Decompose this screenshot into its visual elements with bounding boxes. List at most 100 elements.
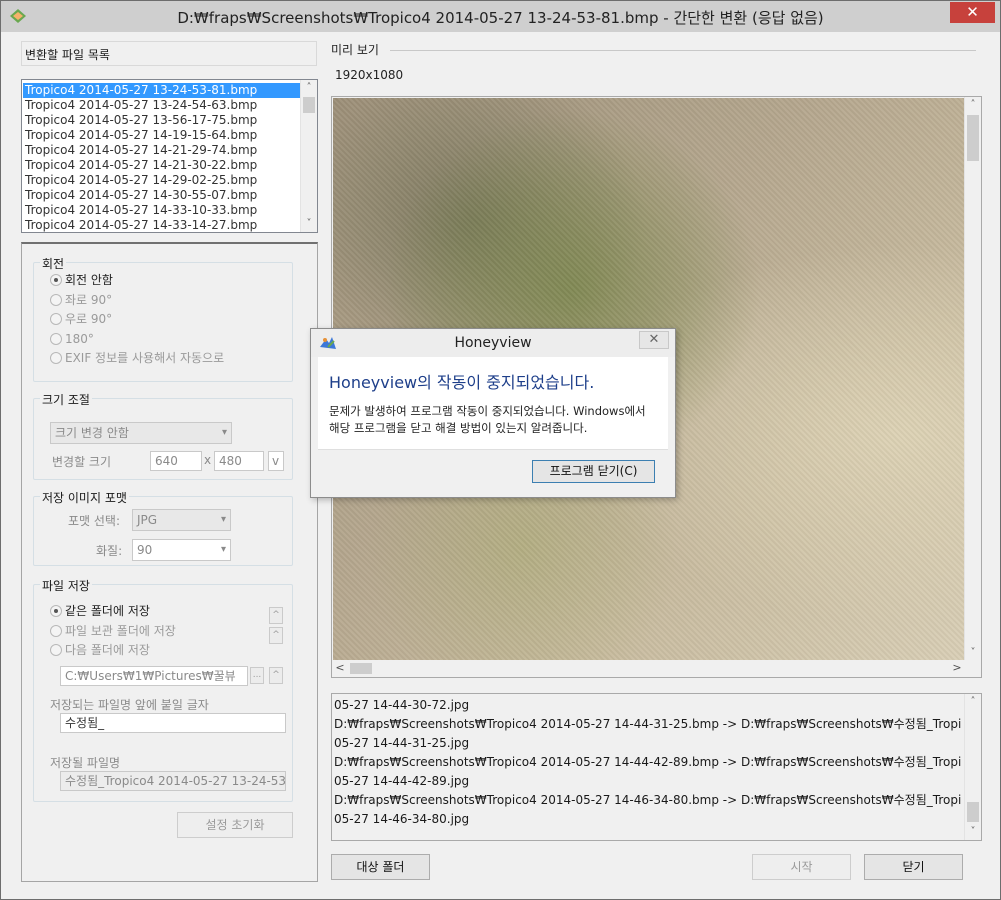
scroll-up-icon[interactable]: ^ bbox=[269, 627, 283, 644]
chevron-down-icon: ▾ bbox=[220, 544, 226, 555]
file-list-item[interactable]: Tropico4 2014-05-27 14-33-10-33.bmp bbox=[23, 203, 300, 218]
resize-group-title: 크기 조절 bbox=[40, 391, 92, 408]
save-location-option-label: 파일 보관 폴더에 저장 bbox=[65, 623, 176, 638]
format-select[interactable]: JPG ▾ bbox=[132, 509, 231, 531]
scroll-thumb[interactable] bbox=[303, 97, 315, 113]
quality-label: 화질: bbox=[96, 544, 123, 558]
file-list-item[interactable]: Tropico4 2014-05-27 14-33-14-27.bmp bbox=[23, 218, 300, 232]
rotation-option[interactable]: EXIF 정보를 사용해서 자동으로 bbox=[50, 349, 224, 367]
scroll-up-icon[interactable]: ˄ bbox=[965, 694, 981, 710]
log-line: 05-27 14-44-31-25.jpg bbox=[334, 736, 470, 750]
crash-dialog-heading: Honeyview의 작동이 중지되었습니다. bbox=[329, 373, 595, 392]
rotation-group: 회전 회전 안함 좌로 90° 우로 90° 180° EXIF 정보를 사용해서 자동… bbox=[33, 255, 293, 382]
radio-button[interactable] bbox=[50, 644, 62, 656]
radio-button[interactable] bbox=[50, 624, 62, 637]
file-list-items: Tropico4 2014-05-27 13-24-53-81.bmp Tropi… bbox=[23, 83, 300, 232]
radio-button[interactable] bbox=[50, 293, 62, 306]
app-icon bbox=[10, 9, 26, 23]
filename-label: 저장될 파일명 bbox=[50, 756, 121, 770]
file-list-header: 변환할 파일 목록 bbox=[21, 41, 317, 66]
rotation-option[interactable]: 좌로 90° bbox=[50, 291, 112, 309]
resize-lock-toggle[interactable]: v bbox=[268, 451, 284, 471]
crash-dialog-title: Honeyview bbox=[454, 335, 532, 351]
close-icon[interactable]: ✕ bbox=[639, 331, 669, 349]
scroll-up-icon[interactable]: ˄ bbox=[301, 80, 317, 96]
title-bar[interactable]: D:₩fraps₩Screenshots₩Tropico4 2014-05-27… bbox=[1, 1, 1000, 32]
log-line: D:₩fraps₩Screenshots₩Tropico4 2014-05-27… bbox=[334, 793, 961, 807]
crash-dialog-message: 문제가 발생하여 프로그램 작동이 중지되었습니다. Windows에서 해당 … bbox=[329, 404, 646, 435]
radio-button[interactable] bbox=[50, 352, 62, 364]
save-group-title: 파일 저장 bbox=[40, 577, 92, 594]
file-list-item[interactable]: Tropico4 2014-05-27 14-19-15-64.bmp bbox=[23, 128, 300, 143]
quality-value: 90 bbox=[137, 543, 153, 557]
resize-height-field[interactable]: 480 bbox=[214, 451, 264, 471]
file-list-scrollbar[interactable]: ˄ ˅ bbox=[300, 80, 317, 232]
save-location-option[interactable]: 다음 폴더에 저장 bbox=[50, 641, 150, 659]
crash-dialog: Honeyview ✕ Honeyview의 작동이 중지되었습니다. 문제가 … bbox=[310, 328, 676, 498]
scroll-left-icon[interactable]: < bbox=[332, 660, 348, 676]
scroll-up-icon[interactable]: ^ bbox=[269, 607, 283, 624]
save-group: 파일 저장 같은 폴더에 저장파일 보관 폴더에 저장다음 폴더에 저장 ^ ^… bbox=[33, 577, 293, 802]
preview-horizontal-scrollbar[interactable]: < > bbox=[332, 660, 965, 677]
prefix-field[interactable]: 수정됨_ bbox=[60, 713, 286, 733]
radio-button[interactable] bbox=[50, 274, 62, 286]
save-folder-path[interactable]: C:₩Users₩1₩Pictures₩꿀뷰 bbox=[60, 666, 248, 686]
radio-button[interactable] bbox=[50, 605, 62, 617]
radio-button[interactable] bbox=[50, 313, 62, 325]
scroll-thumb[interactable] bbox=[967, 115, 979, 161]
scroll-up-icon[interactable]: ˄ bbox=[965, 97, 981, 113]
rotation-option[interactable]: 180° bbox=[50, 330, 94, 348]
resize-width-field[interactable]: 640 bbox=[150, 451, 202, 471]
file-list-item[interactable]: Tropico4 2014-05-27 13-24-53-81.bmp bbox=[23, 83, 300, 98]
prefix-label: 저장되는 파일명 앞에 붙일 글자 bbox=[50, 698, 209, 712]
log-line: D:₩fraps₩Screenshots₩Tropico4 2014-05-27… bbox=[334, 755, 961, 769]
save-location-option[interactable]: 같은 폴더에 저장 bbox=[50, 602, 150, 620]
browse-button[interactable]: ... bbox=[250, 667, 264, 684]
reset-settings-button[interactable]: 설정 초기화 bbox=[177, 812, 293, 838]
file-list-item[interactable]: Tropico4 2014-05-27 14-30-55-07.bmp bbox=[23, 188, 300, 203]
close-button[interactable]: 닫기 bbox=[864, 854, 963, 880]
format-group: 저장 이미지 포맷 포맷 선택: JPG ▾ 화질: 90 ▾ bbox=[33, 489, 293, 566]
folder-up-button[interactable]: ^ bbox=[269, 667, 283, 684]
resize-mode-value: 크기 변경 안함 bbox=[55, 426, 129, 440]
rotation-option[interactable]: 회전 안함 bbox=[50, 271, 113, 289]
save-location-option-label: 같은 폴더에 저장 bbox=[65, 604, 150, 618]
scrollbar-corner bbox=[964, 660, 981, 677]
conversion-log[interactable]: 05-27 14-44-30-72.jpg D:₩fraps₩Screenshot… bbox=[331, 693, 982, 841]
file-list-item[interactable]: Tropico4 2014-05-27 14-21-30-22.bmp bbox=[23, 158, 300, 173]
rotation-option-label: 회전 안함 bbox=[65, 273, 113, 287]
log-line: 05-27 14-44-30-72.jpg bbox=[334, 698, 470, 712]
scroll-right-icon[interactable]: > bbox=[949, 660, 965, 676]
file-list-item[interactable]: Tropico4 2014-05-27 13-24-54-63.bmp bbox=[23, 98, 300, 113]
log-line: 05-27 14-46-34-80.jpg bbox=[334, 812, 470, 826]
file-list-item[interactable]: Tropico4 2014-05-27 14-21-29-74.bmp bbox=[23, 143, 300, 158]
scroll-down-icon[interactable]: ˅ bbox=[965, 824, 981, 840]
close-program-button[interactable]: 프로그램 닫기(C) bbox=[532, 460, 655, 483]
resize-x-separator: x bbox=[204, 453, 212, 467]
resize-size-label: 변경할 크기 bbox=[52, 455, 112, 469]
crash-dialog-title-bar[interactable]: Honeyview ✕ bbox=[311, 329, 675, 357]
format-group-title: 저장 이미지 포맷 bbox=[40, 489, 129, 506]
scroll-down-icon[interactable]: ˅ bbox=[301, 216, 317, 232]
radio-button[interactable] bbox=[50, 332, 62, 345]
options-panel: 회전 회전 안함 좌로 90° 우로 90° 180° EXIF 정보를 사용해서 자동… bbox=[21, 242, 318, 882]
preview-vertical-scrollbar[interactable]: ˄ ˅ bbox=[964, 97, 981, 661]
format-value: JPG bbox=[137, 513, 158, 527]
target-folder-button[interactable]: 대상 폴더 bbox=[331, 854, 430, 880]
rotation-option[interactable]: 우로 90° bbox=[50, 310, 112, 328]
scroll-thumb[interactable] bbox=[350, 663, 372, 674]
log-lines: 05-27 14-44-30-72.jpg D:₩fraps₩Screenshot… bbox=[334, 696, 961, 829]
preview-label: 미리 보기 bbox=[331, 43, 379, 57]
save-location-option-label: 다음 폴더에 저장 bbox=[65, 643, 150, 657]
scroll-thumb[interactable] bbox=[967, 802, 979, 822]
start-button[interactable]: 시작 bbox=[752, 854, 851, 880]
file-list-item[interactable]: Tropico4 2014-05-27 14-29-02-25.bmp bbox=[23, 173, 300, 188]
save-location-option[interactable]: 파일 보관 폴더에 저장 bbox=[50, 622, 176, 640]
scroll-down-icon[interactable]: ˅ bbox=[965, 645, 981, 661]
file-list[interactable]: Tropico4 2014-05-27 13-24-53-81.bmp Tropi… bbox=[21, 79, 318, 233]
log-scrollbar[interactable]: ˄ ˅ bbox=[964, 694, 981, 840]
file-list-item[interactable]: Tropico4 2014-05-27 13-56-17-75.bmp bbox=[23, 113, 300, 128]
resize-mode-select[interactable]: 크기 변경 안함 ▾ bbox=[50, 422, 232, 444]
window-close-button[interactable]: ✕ bbox=[950, 2, 995, 23]
quality-select[interactable]: 90 ▾ bbox=[132, 539, 231, 561]
